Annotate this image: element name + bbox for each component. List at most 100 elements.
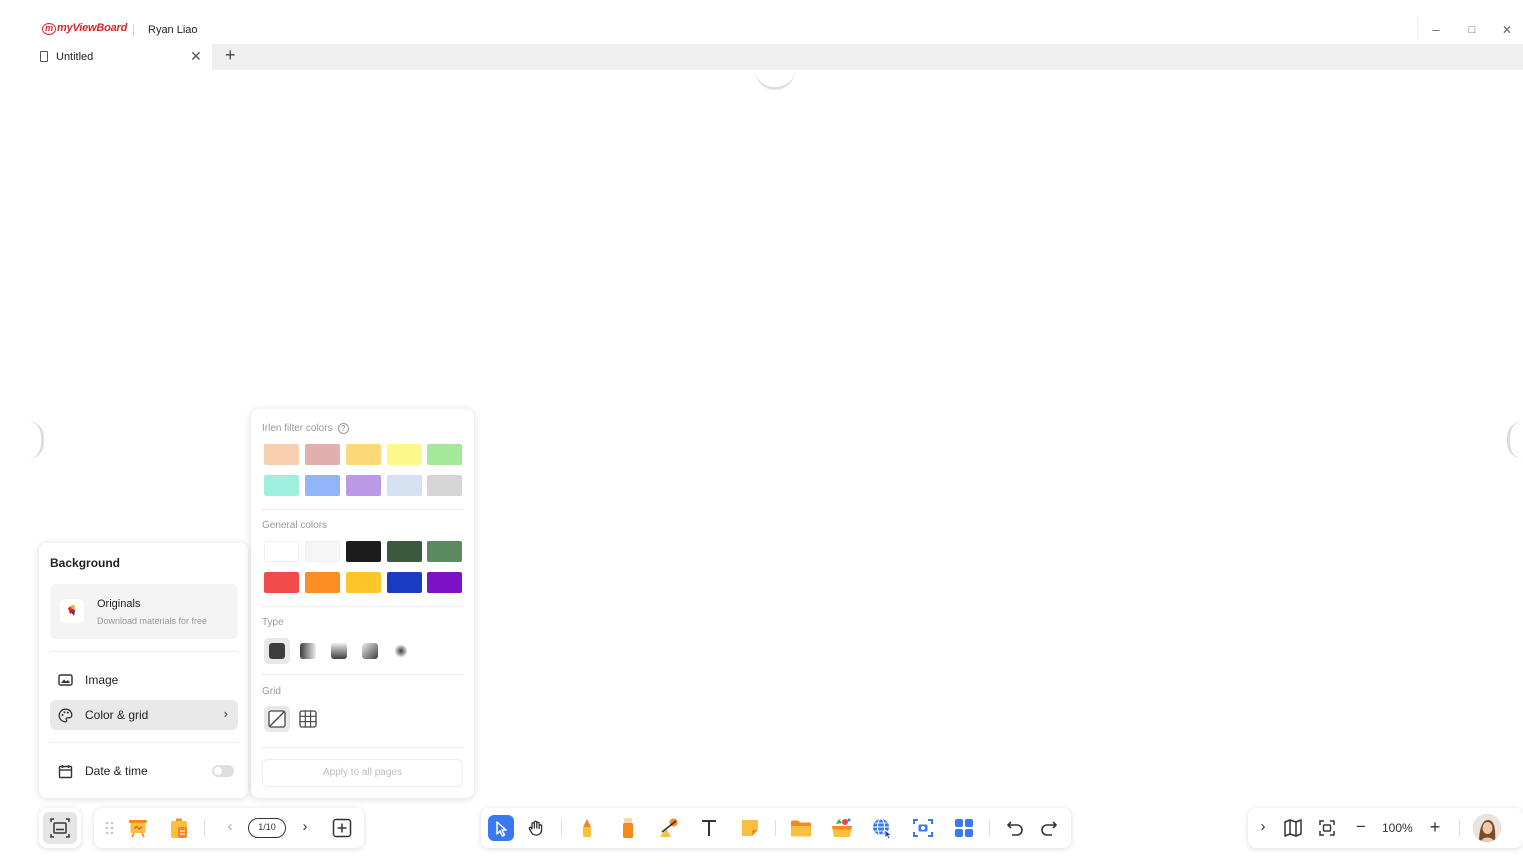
minimize-button[interactable]: – xyxy=(1425,20,1447,40)
grid-icon xyxy=(299,710,317,728)
irlen-color-swatch[interactable] xyxy=(387,444,422,465)
menu-item-date-time[interactable]: Date & time xyxy=(50,756,238,786)
type-vertical-gradient-button[interactable] xyxy=(326,638,352,664)
grid-lines-button[interactable] xyxy=(295,706,321,732)
toolbar-divider xyxy=(204,820,205,836)
menu-item-label: Image xyxy=(85,673,119,687)
menu-item-color-grid[interactable]: Color & grid › xyxy=(50,700,238,730)
screenshot-capture-icon[interactable] xyxy=(911,816,935,840)
new-tab-button[interactable]: + xyxy=(225,45,236,66)
background-icon xyxy=(50,818,70,838)
next-page-button[interactable]: › xyxy=(293,816,317,840)
hand-pan-icon[interactable] xyxy=(524,816,548,840)
pages-toolbar: ‹ 1/10 › xyxy=(94,808,364,848)
user-avatar[interactable] xyxy=(1473,814,1501,842)
presentation-board-icon[interactable] xyxy=(126,816,150,840)
no-grid-icon xyxy=(268,710,286,728)
general-colors-label: General colors xyxy=(262,520,328,531)
materials-basket-icon[interactable] xyxy=(830,816,854,840)
tab-untitled[interactable]: Untitled ✕ xyxy=(32,44,212,70)
irlen-colors-label: Irlen filter colors? xyxy=(262,423,349,434)
irlen-color-swatch[interactable] xyxy=(305,475,340,496)
previous-page-button[interactable]: ‹ xyxy=(218,816,242,840)
general-color-swatch[interactable] xyxy=(427,541,462,562)
type-solid-button[interactable] xyxy=(264,638,290,664)
clipboard-icon[interactable] xyxy=(167,816,191,840)
window-controls-divider xyxy=(1417,18,1418,40)
highlighter-icon[interactable] xyxy=(616,816,640,840)
close-tab-icon[interactable]: ✕ xyxy=(190,48,202,65)
fit-to-screen-icon[interactable] xyxy=(1315,816,1339,840)
title-bar: m myViewBoard Ryan Liao – □ ✕ xyxy=(32,16,1523,44)
divider xyxy=(50,651,238,652)
document-icon xyxy=(40,51,48,62)
apps-grid-icon[interactable] xyxy=(952,816,976,840)
text-tool-icon[interactable] xyxy=(697,816,721,840)
zoom-level[interactable]: 100% xyxy=(1382,821,1413,835)
general-color-swatch[interactable] xyxy=(305,541,340,562)
right-edge-handle[interactable] xyxy=(1507,421,1523,459)
irlen-color-swatch[interactable] xyxy=(264,475,299,496)
cursor-icon xyxy=(496,821,507,837)
general-color-swatch[interactable] xyxy=(387,572,422,593)
type-label: Type xyxy=(262,617,284,628)
originals-card[interactable]: Originals Download materials for free xyxy=(50,584,238,639)
web-globe-icon[interactable] xyxy=(870,816,894,840)
zoom-out-button[interactable]: − xyxy=(1349,816,1373,840)
irlen-color-swatch[interactable] xyxy=(346,444,381,465)
avatar-icon xyxy=(1473,814,1501,842)
irlen-color-swatch[interactable] xyxy=(427,444,462,465)
type-radial-gradient-button[interactable] xyxy=(388,638,414,664)
date-time-toggle[interactable] xyxy=(212,765,234,777)
sticky-note-icon[interactable] xyxy=(738,816,762,840)
drag-handle-icon[interactable] xyxy=(98,816,122,840)
help-icon[interactable]: ? xyxy=(337,423,349,434)
irlen-color-swatch[interactable] xyxy=(305,444,340,465)
select-tool-button[interactable] xyxy=(488,815,514,841)
shapes-icon[interactable] xyxy=(657,816,681,840)
toolbar-divider xyxy=(989,820,990,836)
collapse-toolbar-button[interactable]: › xyxy=(1251,816,1275,840)
view-toolbar: › − 100% + xyxy=(1248,808,1523,848)
close-window-button[interactable]: ✕ xyxy=(1496,20,1518,40)
redo-icon[interactable] xyxy=(1037,816,1061,840)
grid-none-button[interactable] xyxy=(264,706,290,732)
tab-title: Untitled xyxy=(56,51,94,63)
general-color-swatch[interactable] xyxy=(387,541,422,562)
irlen-color-swatch[interactable] xyxy=(427,475,462,496)
background-button[interactable] xyxy=(43,812,77,844)
general-color-swatch[interactable] xyxy=(264,572,299,593)
app-logo: m myViewBoard xyxy=(42,22,127,35)
pen-icon[interactable] xyxy=(575,816,599,840)
toolbar-divider xyxy=(775,820,776,836)
general-color-swatch[interactable] xyxy=(346,541,381,562)
background-title: Background xyxy=(50,556,121,570)
add-page-icon[interactable] xyxy=(330,816,354,840)
color-grid-panel: Irlen filter colors? General colors Type… xyxy=(251,409,474,798)
irlen-color-swatch[interactable] xyxy=(387,475,422,496)
user-name: Ryan Liao xyxy=(148,24,198,36)
apply-to-all-pages-button[interactable]: Apply to all pages xyxy=(262,759,463,787)
left-edge-handle[interactable] xyxy=(28,421,44,459)
type-horizontal-gradient-button[interactable] xyxy=(295,638,321,664)
general-color-swatch[interactable] xyxy=(305,572,340,593)
general-color-swatch[interactable] xyxy=(427,572,462,593)
divider xyxy=(262,674,463,675)
general-color-swatch[interactable] xyxy=(264,541,299,562)
page-indicator[interactable]: 1/10 xyxy=(248,818,286,838)
folder-icon[interactable] xyxy=(789,816,813,840)
irlen-color-swatch[interactable] xyxy=(346,475,381,496)
background-panel: Background Originals Download materials … xyxy=(39,543,248,798)
menu-item-image[interactable]: Image xyxy=(50,665,238,695)
loading-spinner xyxy=(755,68,795,90)
maximize-button[interactable]: □ xyxy=(1461,20,1483,40)
zoom-in-button[interactable]: + xyxy=(1423,816,1447,840)
solid-fill-icon xyxy=(269,643,285,659)
originals-subtitle: Download materials for free xyxy=(97,616,208,626)
undo-icon[interactable] xyxy=(1003,816,1027,840)
irlen-color-swatch[interactable] xyxy=(264,444,299,465)
general-color-swatch[interactable] xyxy=(346,572,381,593)
map-overview-icon[interactable] xyxy=(1281,816,1305,840)
horizontal-gradient-icon xyxy=(300,643,316,659)
type-diagonal-gradient-button[interactable] xyxy=(357,638,383,664)
